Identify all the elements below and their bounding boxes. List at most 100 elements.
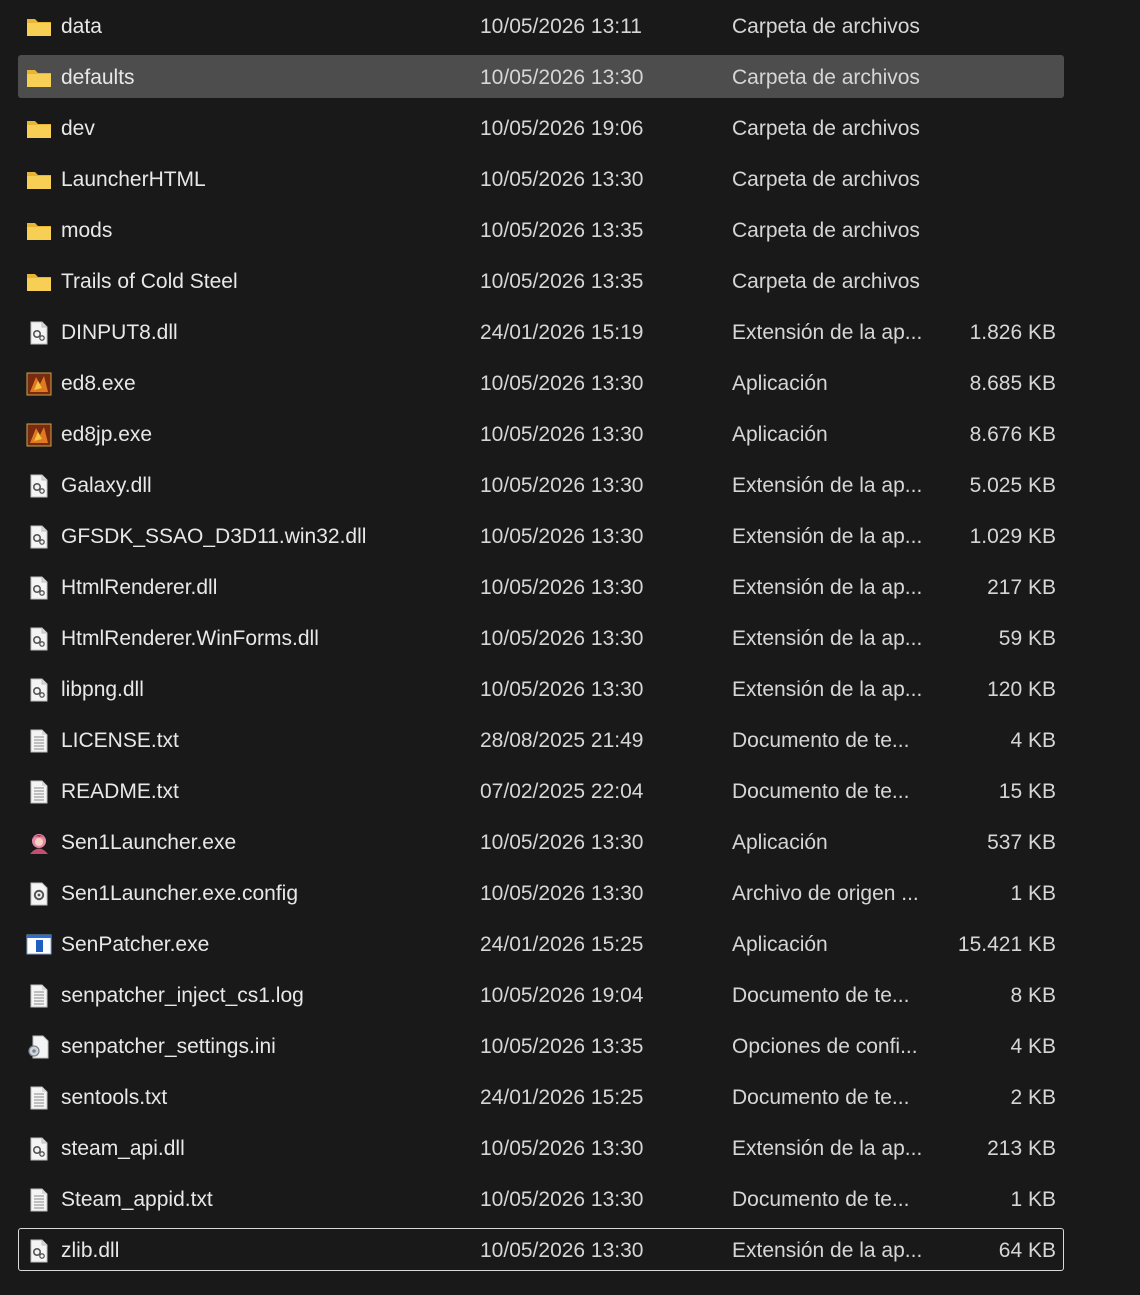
file-row[interactable]: DINPUT8.dll 24/01/2026 15:19 Extensión de … <box>18 310 1064 353</box>
file-name: DINPUT8.dll <box>61 321 178 344</box>
file-row[interactable]: HtmlRenderer.WinForms.dll 10/05/2026 13:3… <box>18 616 1064 659</box>
file-name: Galaxy.dll <box>61 474 152 497</box>
text-file-icon <box>26 729 52 753</box>
file-size: 64 KB <box>998 1239 1056 1262</box>
file-name: libpng.dll <box>61 678 144 701</box>
file-size: 213 KB <box>987 1137 1056 1160</box>
dll-icon <box>26 321 52 345</box>
text-file-icon <box>26 780 52 804</box>
file-date: 10/05/2026 13:30 <box>480 678 644 701</box>
file-row[interactable]: Sen1Launcher.exe 10/05/2026 13:30 Aplicaci… <box>18 820 1064 863</box>
file-type: Carpeta de archivos <box>732 168 920 191</box>
file-row[interactable]: Sen1Launcher.exe.config 10/05/2026 13:30 A… <box>18 871 1064 914</box>
file-date: 24/01/2026 15:25 <box>480 933 644 956</box>
file-date: 10/05/2026 13:30 <box>480 66 644 89</box>
file-type: Carpeta de archivos <box>732 117 920 140</box>
file-row[interactable]: sentools.txt 24/01/2026 15:25 Documento de… <box>18 1075 1064 1118</box>
file-name: Sen1Launcher.exe.config <box>61 882 299 905</box>
file-date: 10/05/2026 13:30 <box>480 1188 644 1211</box>
file-row[interactable]: defaults 10/05/2026 13:30 Carpeta de archi… <box>18 55 1064 98</box>
dll-icon <box>26 525 52 549</box>
game-exe-icon <box>26 423 52 447</box>
file-type: Aplicación <box>732 423 828 446</box>
file-row[interactable]: Trails of Cold Steel 10/05/2026 13:35 Carp… <box>18 259 1064 302</box>
file-date: 10/05/2026 13:35 <box>480 219 644 242</box>
file-type: Aplicación <box>732 831 828 854</box>
file-type: Carpeta de archivos <box>732 15 920 38</box>
file-name: HtmlRenderer.dll <box>61 576 218 599</box>
file-row[interactable]: GFSDK_SSAO_D3D11.win32.dll 10/05/2026 13:… <box>18 514 1064 557</box>
file-date: 28/08/2025 21:49 <box>480 729 644 752</box>
file-row[interactable]: LauncherHTML 10/05/2026 13:30 Carpeta de a… <box>18 157 1064 200</box>
file-row[interactable]: LICENSE.txt 28/08/2025 21:49 Documento de … <box>18 718 1064 761</box>
folder-icon <box>26 66 52 90</box>
file-type: Extensión de la ap... <box>732 678 923 701</box>
file-type: Carpeta de archivos <box>732 66 920 89</box>
file-row[interactable]: senpatcher_settings.ini 10/05/2026 13:35 O… <box>18 1024 1064 1067</box>
dll-icon <box>26 1239 52 1263</box>
file-row[interactable]: ed8.exe 10/05/2026 13:30 Aplicación 8.685 K… <box>18 361 1064 404</box>
dll-icon <box>26 627 52 651</box>
file-size: 5.025 KB <box>969 474 1056 497</box>
game-exe-icon <box>26 372 52 396</box>
dll-icon <box>26 678 52 702</box>
file-type: Documento de te... <box>732 1188 910 1211</box>
file-name: sentools.txt <box>61 1086 168 1109</box>
file-date: 24/01/2026 15:19 <box>480 321 644 344</box>
file-type: Documento de te... <box>732 729 910 752</box>
file-size: 217 KB <box>987 576 1056 599</box>
file-size: 8 KB <box>1010 984 1056 1007</box>
file-row[interactable]: Steam_appid.txt 10/05/2026 13:30 Documento… <box>18 1177 1064 1220</box>
file-name: README.txt <box>61 780 179 803</box>
file-date: 10/05/2026 13:30 <box>480 831 644 854</box>
file-row[interactable]: dev 10/05/2026 19:06 Carpeta de archivos <box>18 106 1064 149</box>
file-name: SenPatcher.exe <box>61 933 210 956</box>
file-row[interactable]: Galaxy.dll 10/05/2026 13:30 Extensión de l… <box>18 463 1064 506</box>
file-row[interactable]: ed8jp.exe 10/05/2026 13:30 Aplicación 8.676… <box>18 412 1064 455</box>
dll-icon <box>26 576 52 600</box>
file-row[interactable]: HtmlRenderer.dll 10/05/2026 13:30 Extensió… <box>18 565 1064 608</box>
folder-icon <box>26 219 52 243</box>
file-name: LICENSE.txt <box>61 729 179 752</box>
file-date: 10/05/2026 13:11 <box>480 15 642 38</box>
file-type: Documento de te... <box>732 780 910 803</box>
file-size: 59 KB <box>998 627 1056 650</box>
folder-icon <box>26 15 52 39</box>
file-size: 537 KB <box>987 831 1056 854</box>
file-type: Extensión de la ap... <box>732 627 923 650</box>
file-name: senpatcher_settings.ini <box>61 1035 276 1058</box>
dll-icon <box>26 1137 52 1161</box>
file-date: 10/05/2026 13:30 <box>480 525 644 548</box>
file-name: defaults <box>61 66 135 89</box>
file-type: Documento de te... <box>732 1086 910 1109</box>
file-row[interactable]: steam_api.dll 10/05/2026 13:30 Extensión d… <box>18 1126 1064 1169</box>
file-type: Documento de te... <box>732 984 910 1007</box>
file-size: 15.421 KB <box>957 933 1056 956</box>
file-row[interactable]: libpng.dll 10/05/2026 13:30 Extensión de l… <box>18 667 1064 710</box>
file-row[interactable]: senpatcher_inject_cs1.log 10/05/2026 19:0… <box>18 973 1064 1016</box>
file-type: Opciones de confi... <box>732 1035 918 1058</box>
file-date: 10/05/2026 13:35 <box>480 270 644 293</box>
file-row[interactable]: README.txt 07/02/2025 22:04 Documento de t… <box>18 769 1064 812</box>
file-size: 1.029 KB <box>969 525 1056 548</box>
file-row[interactable]: zlib.dll 10/05/2026 13:30 Extensión de la … <box>18 1228 1064 1271</box>
file-name: GFSDK_SSAO_D3D11.win32.dll <box>61 525 367 548</box>
file-date: 10/05/2026 13:30 <box>480 474 644 497</box>
file-date: 10/05/2026 13:30 <box>480 627 644 650</box>
settings-file-icon <box>26 1035 52 1059</box>
file-type: Carpeta de archivos <box>732 270 920 293</box>
file-size: 8.676 KB <box>969 423 1056 446</box>
file-size: 2 KB <box>1010 1086 1056 1109</box>
file-size: 4 KB <box>1010 729 1056 752</box>
file-type: Aplicación <box>732 933 828 956</box>
file-type: Carpeta de archivos <box>732 219 920 242</box>
launcher-exe-icon <box>26 831 52 855</box>
file-type: Extensión de la ap... <box>732 1239 923 1262</box>
file-type: Extensión de la ap... <box>732 474 923 497</box>
file-row[interactable]: data 10/05/2026 13:11 Carpeta de archivos <box>18 4 1064 47</box>
file-name: mods <box>61 219 113 242</box>
file-date: 10/05/2026 13:30 <box>480 423 644 446</box>
window-exe-icon <box>26 933 52 957</box>
file-row[interactable]: SenPatcher.exe 24/01/2026 15:25 Aplicación… <box>18 922 1064 965</box>
file-row[interactable]: mods 10/05/2026 13:35 Carpeta de archivos <box>18 208 1064 251</box>
